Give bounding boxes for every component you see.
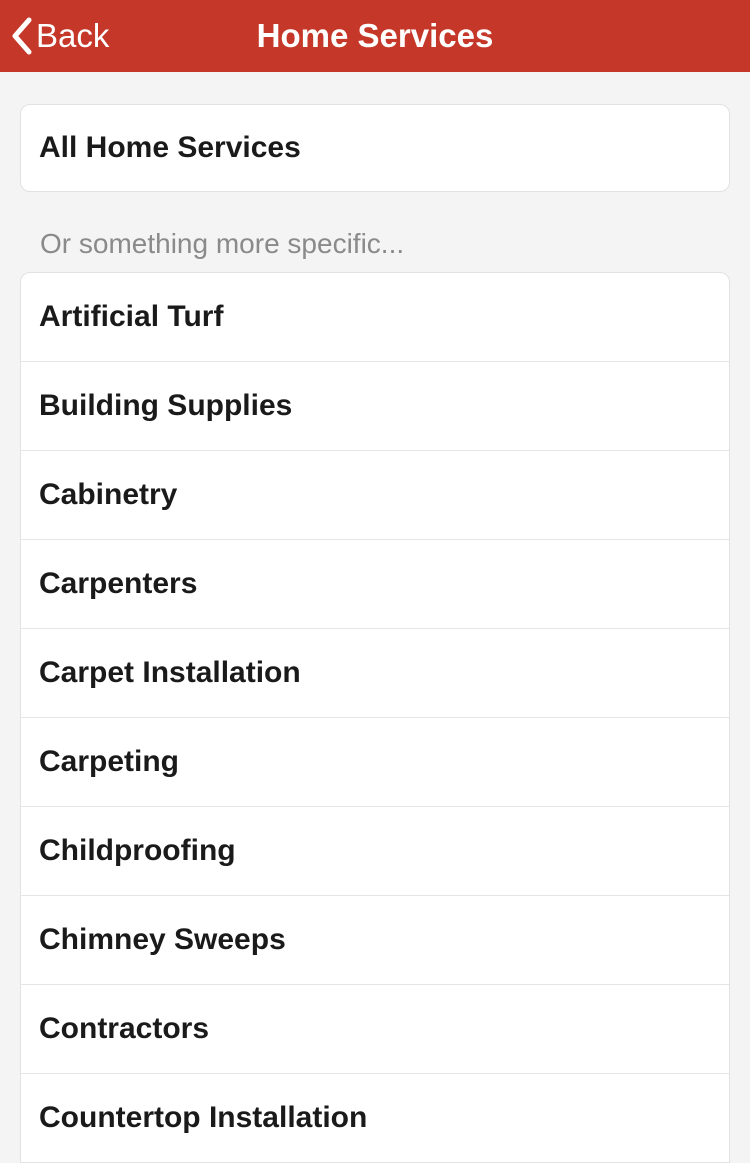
- category-label: Carpeting: [39, 745, 711, 779]
- category-item-artificial-turf[interactable]: Artificial Turf: [21, 273, 729, 362]
- category-label: Childproofing: [39, 834, 711, 868]
- category-item-carpet-installation[interactable]: Carpet Installation: [21, 629, 729, 718]
- categories-list: Artificial Turf Building Supplies Cabine…: [20, 272, 730, 1163]
- content-container: All Home Services Or something more spec…: [0, 72, 750, 1163]
- all-services-label: All Home Services: [39, 131, 711, 165]
- chevron-left-icon: [10, 17, 32, 55]
- category-label: Cabinetry: [39, 478, 711, 512]
- page-title: Home Services: [257, 17, 494, 55]
- all-services-button[interactable]: All Home Services: [20, 104, 730, 192]
- back-label: Back: [36, 17, 109, 55]
- category-item-cabinetry[interactable]: Cabinetry: [21, 451, 729, 540]
- navigation-header: Back Home Services: [0, 0, 750, 72]
- category-item-chimney-sweeps[interactable]: Chimney Sweeps: [21, 896, 729, 985]
- category-item-carpeting[interactable]: Carpeting: [21, 718, 729, 807]
- category-label: Carpet Installation: [39, 656, 711, 690]
- category-label: Carpenters: [39, 567, 711, 601]
- back-button[interactable]: Back: [10, 17, 109, 55]
- category-label: Contractors: [39, 1012, 711, 1046]
- section-subheading: Or something more specific...: [40, 228, 730, 260]
- category-item-contractors[interactable]: Contractors: [21, 985, 729, 1074]
- category-label: Building Supplies: [39, 389, 711, 423]
- category-item-building-supplies[interactable]: Building Supplies: [21, 362, 729, 451]
- category-item-countertop-installation[interactable]: Countertop Installation: [21, 1074, 729, 1162]
- category-item-carpenters[interactable]: Carpenters: [21, 540, 729, 629]
- category-label: Artificial Turf: [39, 300, 711, 334]
- category-item-childproofing[interactable]: Childproofing: [21, 807, 729, 896]
- category-label: Countertop Installation: [39, 1101, 711, 1135]
- category-label: Chimney Sweeps: [39, 923, 711, 957]
